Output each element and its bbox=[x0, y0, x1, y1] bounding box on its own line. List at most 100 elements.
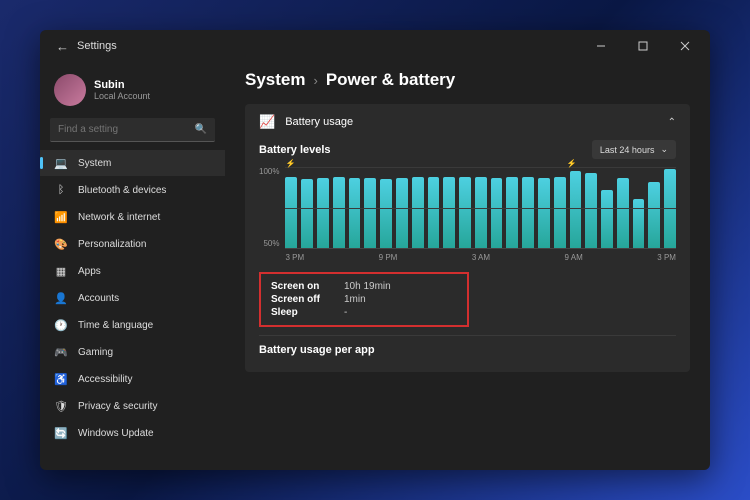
nav-icon: 📶 bbox=[54, 210, 68, 224]
sidebar-item-accounts[interactable]: 👤 Accounts bbox=[40, 285, 225, 311]
bar[interactable] bbox=[380, 179, 392, 248]
nav-icon: 🔄 bbox=[54, 426, 68, 440]
chevron-right-icon: › bbox=[313, 73, 317, 88]
sidebar-item-apps[interactable]: ▦ Apps bbox=[40, 258, 225, 284]
sidebar: Subin Local Account 🔍 💻 System ᛒ Bluetooth … bbox=[40, 62, 225, 470]
bar[interactable] bbox=[522, 177, 534, 248]
user-profile[interactable]: Subin Local Account bbox=[40, 66, 225, 118]
sidebar-item-network-internet[interactable]: 📶 Network & internet bbox=[40, 204, 225, 230]
back-icon[interactable]: ← bbox=[56, 39, 69, 54]
sidebar-item-bluetooth-devices[interactable]: ᛒ Bluetooth & devices bbox=[40, 177, 225, 203]
screen-time-stats: Screen on10h 19minScreen off1minSleep- bbox=[259, 272, 469, 327]
nav-label: Time & language bbox=[78, 320, 153, 331]
bar[interactable] bbox=[349, 178, 361, 248]
bar[interactable] bbox=[648, 182, 660, 248]
chart-title: Battery levels bbox=[259, 144, 331, 156]
nav-label: Gaming bbox=[78, 347, 113, 358]
bar[interactable] bbox=[317, 178, 329, 248]
stat-label: Sleep bbox=[271, 307, 326, 318]
bar[interactable] bbox=[396, 178, 408, 248]
charging-icon: ⚡ bbox=[567, 159, 577, 168]
sidebar-item-time-language[interactable]: 🕐 Time & language bbox=[40, 312, 225, 338]
bar[interactable] bbox=[617, 178, 629, 248]
nav-icon: 🕐 bbox=[54, 318, 68, 332]
nav-label: Privacy & security bbox=[78, 401, 157, 412]
user-name: Subin bbox=[94, 79, 150, 91]
dropdown-value: Last 24 hours bbox=[600, 145, 655, 155]
bar[interactable] bbox=[301, 179, 313, 248]
bar[interactable] bbox=[570, 171, 582, 248]
nav-label: Accounts bbox=[78, 293, 119, 304]
bar[interactable] bbox=[443, 177, 455, 248]
chart-icon: 📈 bbox=[259, 114, 275, 130]
bar[interactable] bbox=[428, 177, 440, 248]
user-subtitle: Local Account bbox=[94, 91, 150, 101]
bar[interactable] bbox=[491, 178, 503, 248]
x-tick: 3 PM bbox=[657, 253, 676, 262]
nav-label: Apps bbox=[78, 266, 101, 277]
nav-label: Bluetooth & devices bbox=[78, 185, 166, 196]
x-tick: 3 AM bbox=[472, 253, 490, 262]
sidebar-item-system[interactable]: 💻 System bbox=[40, 150, 225, 176]
bar[interactable] bbox=[412, 177, 424, 248]
nav-icon: ᛒ bbox=[54, 183, 68, 197]
minimize-button[interactable] bbox=[580, 30, 622, 62]
chevron-down-icon: ⌄ bbox=[660, 144, 668, 155]
bar[interactable] bbox=[538, 178, 550, 248]
breadcrumb-current: Power & battery bbox=[326, 70, 455, 90]
avatar bbox=[54, 74, 86, 106]
x-tick: 9 PM bbox=[379, 253, 398, 262]
nav-icon: ♿ bbox=[54, 372, 68, 386]
battery-chart: 100%50% ⚡⚡ 3 PM9 PM3 AM9 AM3 PM bbox=[259, 167, 676, 262]
nav-label: System bbox=[78, 158, 111, 169]
bar[interactable] bbox=[585, 173, 597, 248]
stat-label: Screen on bbox=[271, 281, 326, 292]
nav-icon: 💻 bbox=[54, 156, 68, 170]
breadcrumb-parent[interactable]: System bbox=[245, 70, 305, 90]
y-tick: 100% bbox=[259, 167, 279, 176]
battery-usage-card: 📈 Battery usage ⌃ Battery levels Last 24… bbox=[245, 104, 690, 372]
bar[interactable] bbox=[554, 177, 566, 248]
nav-icon: 🛡 bbox=[54, 399, 68, 413]
nav-label: Accessibility bbox=[78, 374, 132, 385]
bar[interactable] bbox=[364, 178, 376, 248]
sidebar-item-accessibility[interactable]: ♿ Accessibility bbox=[40, 366, 225, 392]
bar[interactable] bbox=[601, 190, 613, 248]
x-tick: 3 PM bbox=[285, 253, 304, 262]
bar[interactable] bbox=[333, 177, 345, 248]
close-button[interactable] bbox=[664, 30, 706, 62]
bar[interactable] bbox=[459, 177, 471, 248]
nav-label: Personalization bbox=[78, 239, 146, 250]
search-box[interactable]: 🔍 bbox=[50, 118, 215, 142]
timerange-dropdown[interactable]: Last 24 hours ⌄ bbox=[592, 140, 676, 159]
chevron-up-icon: ⌃ bbox=[668, 117, 676, 128]
maximize-button[interactable] bbox=[622, 30, 664, 62]
sidebar-item-gaming[interactable]: 🎮 Gaming bbox=[40, 339, 225, 365]
nav-label: Windows Update bbox=[78, 428, 154, 439]
bar[interactable] bbox=[506, 177, 518, 248]
charging-icon: ⚡ bbox=[285, 159, 295, 168]
search-icon: 🔍 bbox=[195, 124, 207, 135]
card-header[interactable]: 📈 Battery usage ⌃ bbox=[245, 104, 690, 140]
stat-label: Screen off bbox=[271, 294, 326, 305]
bar[interactable] bbox=[285, 177, 297, 248]
sidebar-item-windows-update[interactable]: 🔄 Windows Update bbox=[40, 420, 225, 446]
nav-icon: 🎮 bbox=[54, 345, 68, 359]
sidebar-item-privacy-security[interactable]: 🛡 Privacy & security bbox=[40, 393, 225, 419]
nav-icon: ▦ bbox=[54, 264, 68, 278]
stat-value: 1min bbox=[344, 294, 366, 305]
section-title: Battery usage per app bbox=[259, 335, 676, 360]
nav-icon: 👤 bbox=[54, 291, 68, 305]
breadcrumb: System › Power & battery bbox=[245, 70, 690, 90]
sidebar-item-personalization[interactable]: 🎨Personalization bbox=[40, 231, 225, 257]
x-tick: 9 AM bbox=[565, 253, 583, 262]
nav-label: Network & internet bbox=[78, 212, 160, 223]
stat-value: 10h 19min bbox=[344, 281, 391, 292]
content-area: System › Power & battery 📈 Battery usage… bbox=[225, 62, 710, 470]
bar[interactable] bbox=[475, 177, 487, 248]
search-input[interactable] bbox=[58, 124, 195, 135]
nav-list: 💻 System ᛒ Bluetooth & devices 📶 Network & in… bbox=[40, 150, 225, 446]
y-tick: 50% bbox=[259, 239, 279, 248]
window-title: Settings bbox=[77, 40, 117, 52]
stat-row: Screen off 1min bbox=[271, 293, 457, 306]
